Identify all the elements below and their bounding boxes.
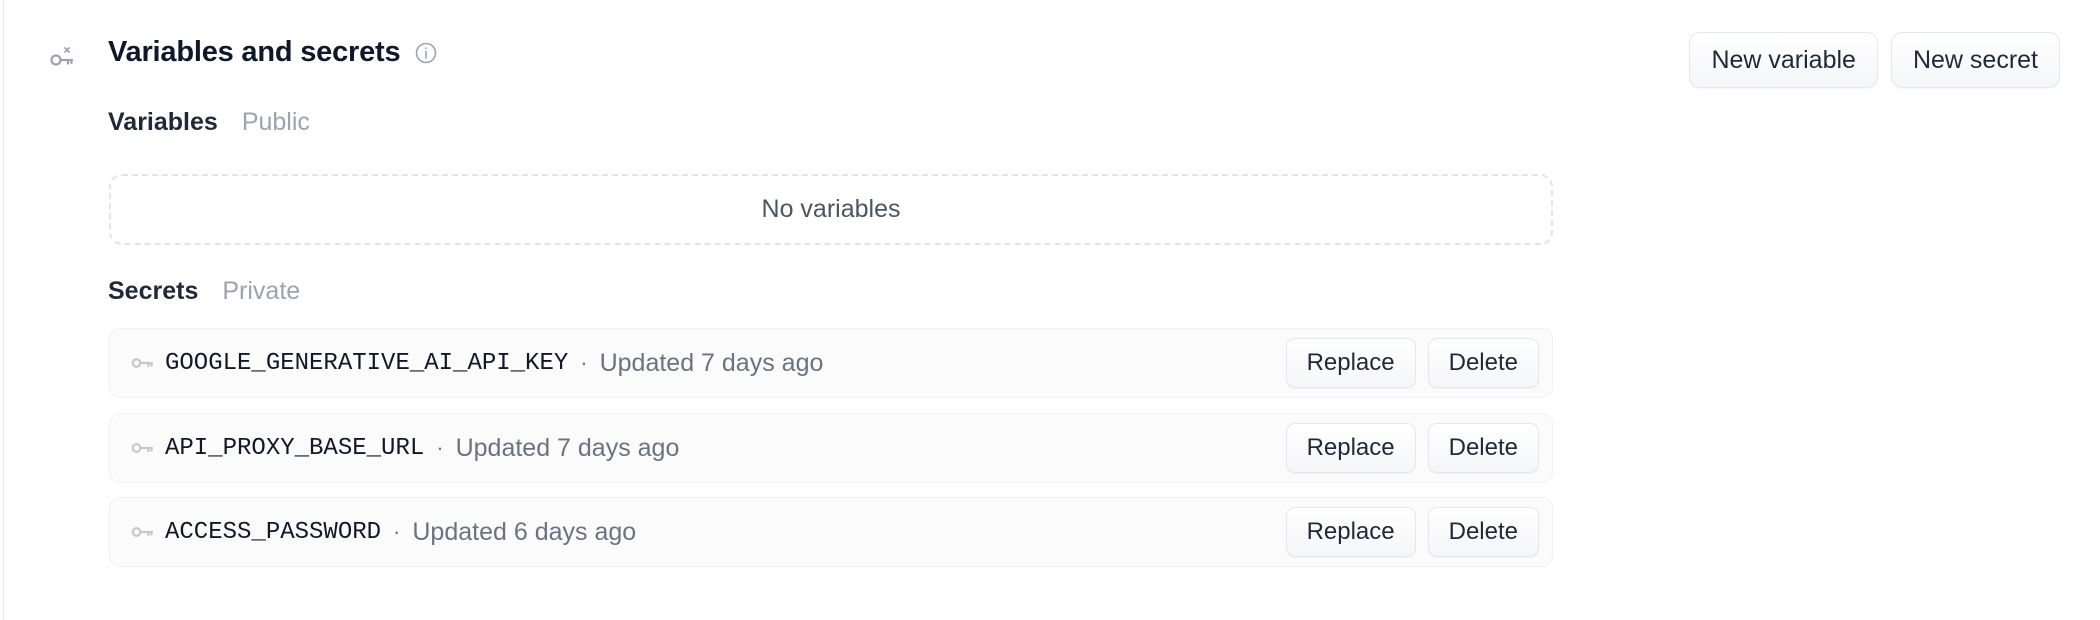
delete-button[interactable]: Delete <box>1427 507 1539 557</box>
secrets-subheader: Secrets Private <box>108 277 300 306</box>
separator-dot: · <box>580 350 588 375</box>
secret-row: API_PROXY_BASE_URL · Updated 7 days ago … <box>109 413 1553 483</box>
secrets-title: Secrets <box>108 277 199 305</box>
page-title: Variables and secrets <box>108 36 401 68</box>
variables-visibility-label: Public <box>241 108 310 136</box>
info-icon[interactable] <box>414 41 438 65</box>
key-icon <box>131 358 154 368</box>
secrets-visibility-label: Private <box>222 277 301 305</box>
key-icon <box>131 527 154 537</box>
replace-button[interactable]: Replace <box>1285 507 1416 557</box>
header-actions: New variable New secret <box>1689 32 2060 88</box>
replace-button[interactable]: Replace <box>1285 338 1416 388</box>
empty-state-text: No variables <box>761 195 901 223</box>
delete-button[interactable]: Delete <box>1427 338 1539 388</box>
secret-name: API_PROXY_BASE_URL <box>165 434 425 462</box>
secret-row-actions: Replace Delete <box>1285 338 1539 388</box>
variables-secrets-panel: Variables and secrets New variable New s… <box>3 0 2100 620</box>
section-header: Variables and secrets <box>108 36 438 69</box>
key-icon <box>131 443 154 453</box>
secret-updated-time: Updated 6 days ago <box>412 517 637 546</box>
secret-updated-time: Updated 7 days ago <box>455 433 680 462</box>
secret-row: GOOGLE_GENERATIVE_AI_API_KEY · Updated 7… <box>109 328 1553 398</box>
separator-dot: · <box>436 435 444 460</box>
secret-name: GOOGLE_GENERATIVE_AI_API_KEY <box>165 349 569 377</box>
replace-button[interactable]: Replace <box>1285 423 1416 473</box>
secret-row-actions: Replace Delete <box>1285 423 1539 473</box>
secret-row: ACCESS_PASSWORD · Updated 6 days ago Rep… <box>109 497 1553 567</box>
variables-empty-state: No variables <box>109 174 1553 245</box>
new-secret-button[interactable]: New secret <box>1890 32 2060 88</box>
key-settings-icon <box>50 47 74 66</box>
separator-dot: · <box>393 519 401 544</box>
secret-name: ACCESS_PASSWORD <box>165 518 382 546</box>
new-variable-button[interactable]: New variable <box>1689 32 1878 88</box>
variables-subheader: Variables Public <box>108 108 310 137</box>
delete-button[interactable]: Delete <box>1427 423 1539 473</box>
variables-title: Variables <box>108 108 218 136</box>
secret-row-actions: Replace Delete <box>1285 507 1539 557</box>
secret-updated-time: Updated 7 days ago <box>599 348 824 377</box>
